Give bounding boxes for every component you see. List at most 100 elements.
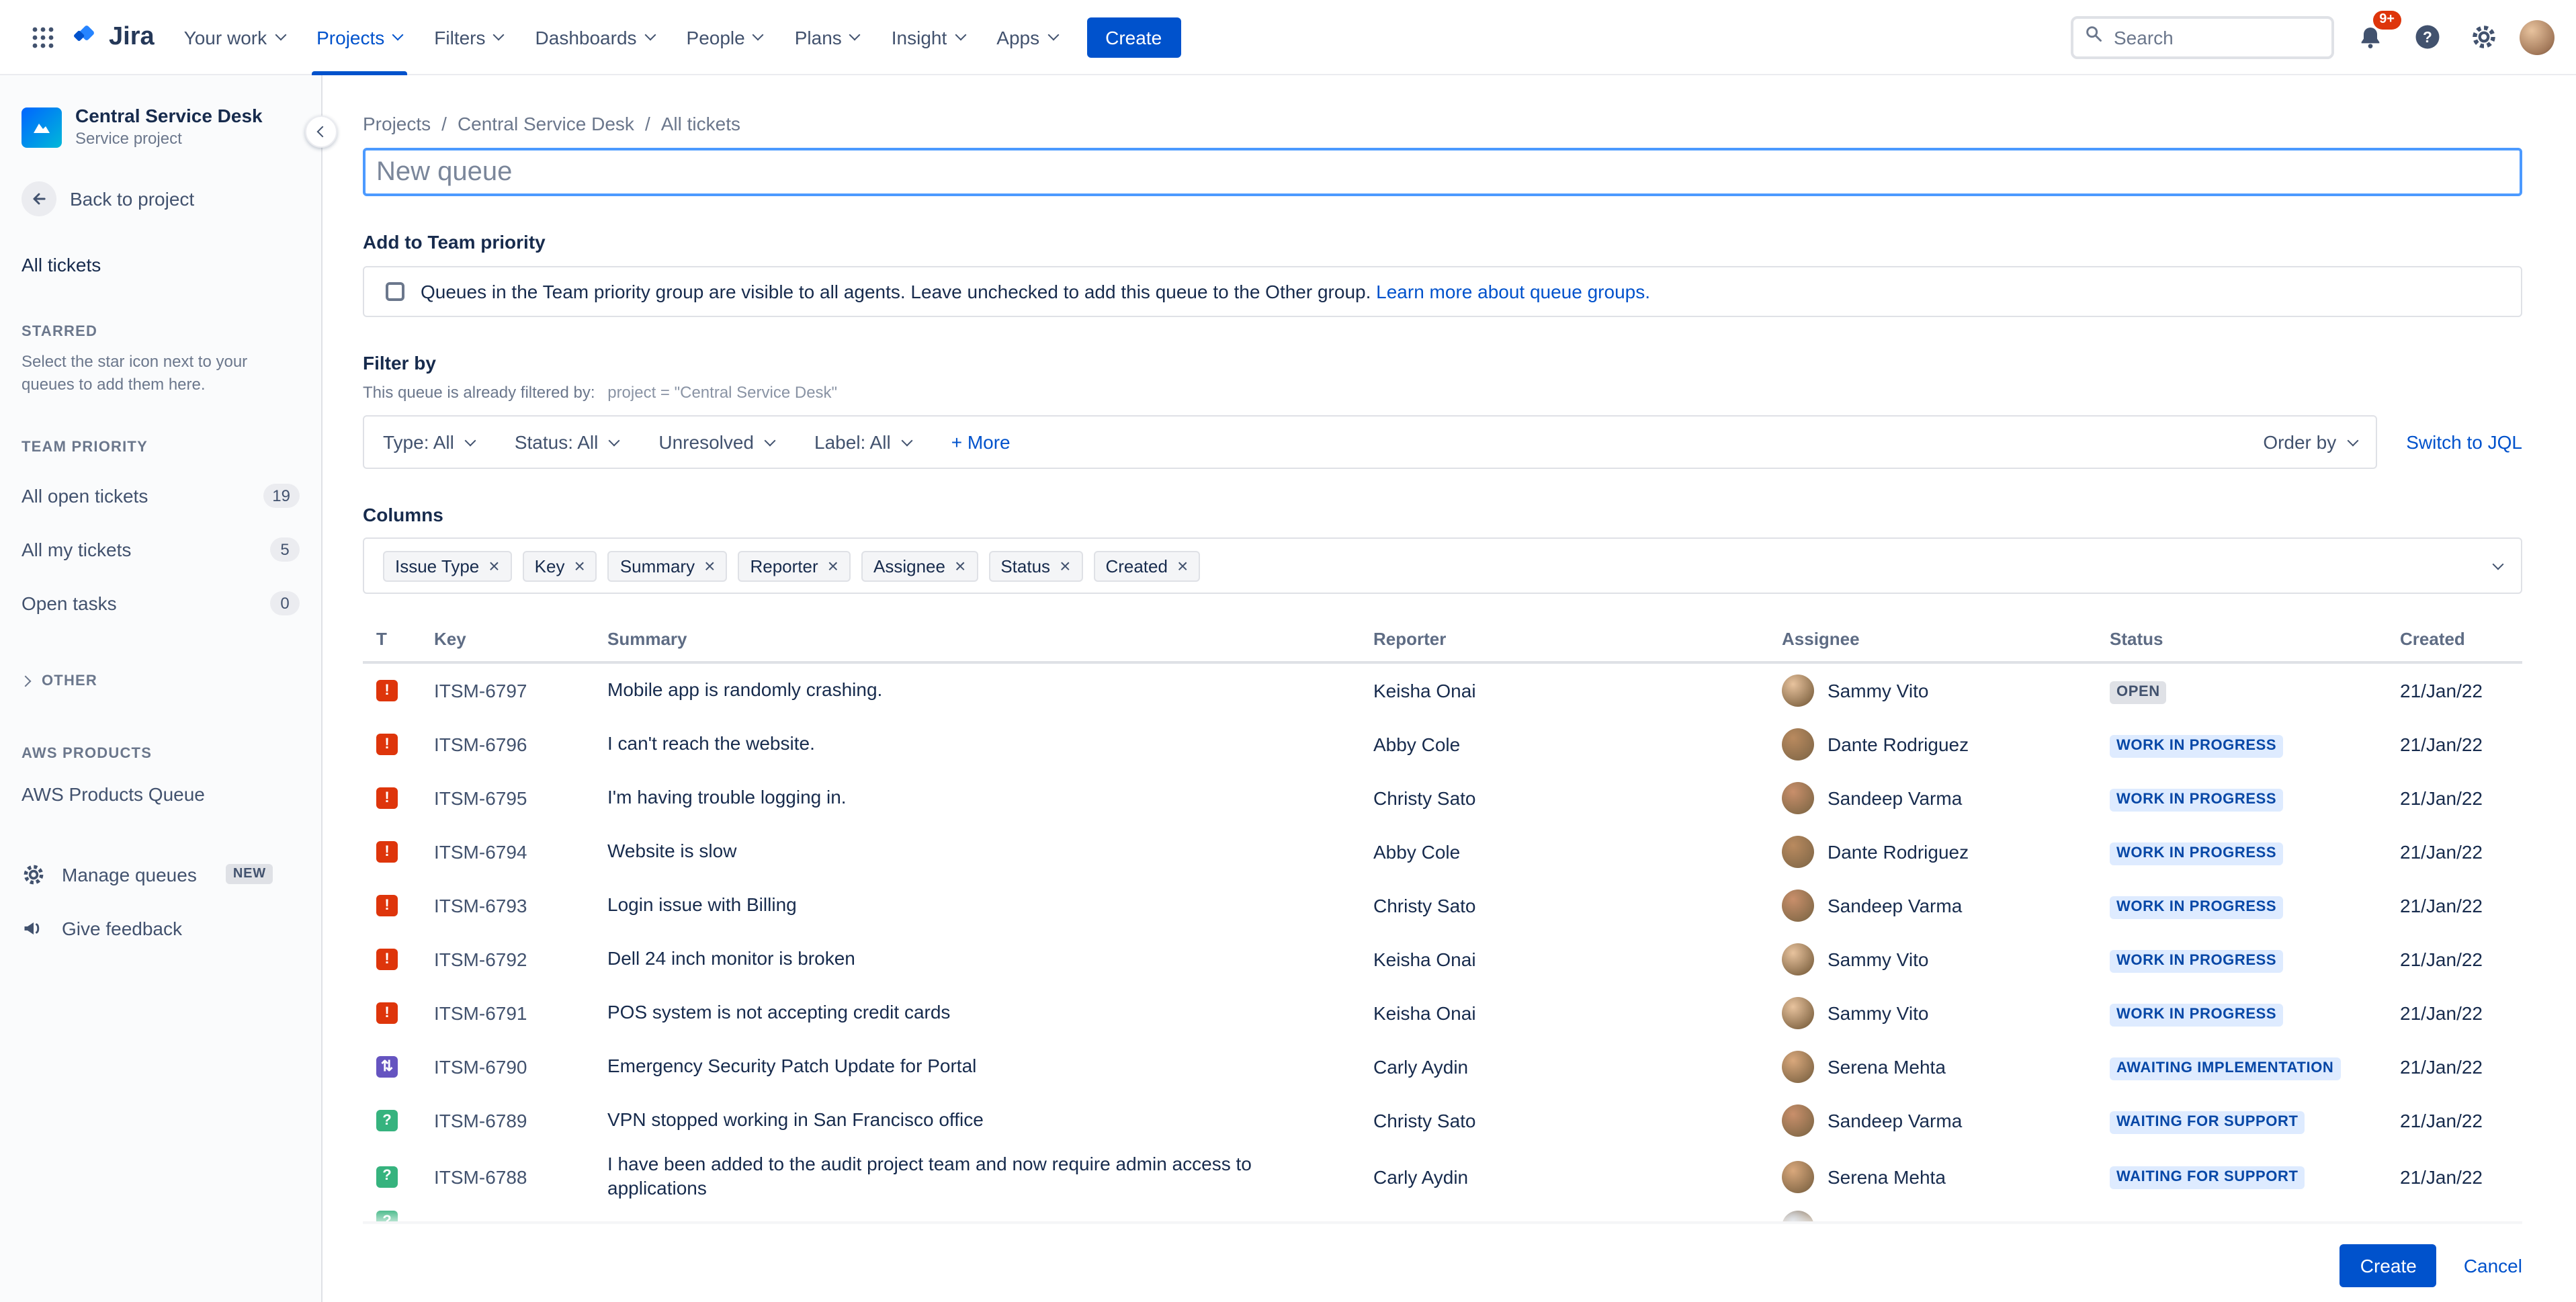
issue-key[interactable]: ITSM-6794 [434,836,607,868]
topnav-right: 9+ ? [2071,10,2554,58]
chevron-down-icon [1047,29,1059,41]
issue-row-itsm-6796[interactable]: ! ITSM-6796 I can't reach the website. Abby… [363,718,2522,771]
issue-row-itsm-6789[interactable]: ? ITSM-6789 VPN stopped working in San Fra… [363,1094,2522,1147]
issue-key[interactable]: ITSM-6791 [434,997,607,1029]
project-avatar [22,107,62,148]
table-header-status: Status [2110,629,2163,649]
filter-dropdown-label: Label: All [814,431,891,453]
assignee-avatar [1782,1160,1814,1192]
notifications-button[interactable]: 9+ [2350,10,2401,57]
breadcrumb-item-central-service-desk[interactable]: Central Service Desk [458,113,634,134]
assignee-name: Sandeep Varma [1828,1110,1963,1131]
nav-item-projects[interactable]: Projects [300,0,418,75]
create-button[interactable]: Create [1086,17,1181,57]
nav-item-filters[interactable]: Filters [418,0,519,75]
order-by-dropdown[interactable]: Order by [2263,431,2358,453]
column-chip-summary[interactable]: Summary × [607,550,728,581]
give-feedback-button[interactable]: Give feedback [0,901,321,955]
more-filters-button[interactable]: + More [951,431,1011,453]
create-queue-button[interactable]: Create [2339,1244,2437,1287]
other-heading: OTHER [42,672,97,689]
switch-to-jql-link[interactable]: Switch to JQL [2406,431,2522,453]
queue-groups-link[interactable]: Learn more about queue groups. [1376,281,1650,302]
issue-reporter: Christy Sato [1373,787,1476,809]
issue-row-itsm-6791[interactable]: ! ITSM-6791 POS system is not accepting cr… [363,986,2522,1040]
column-chip-key[interactable]: Key × [522,550,597,581]
manage-queues-button[interactable]: Manage queues NEW [0,847,321,901]
global-search[interactable] [2071,15,2334,58]
column-chip-status[interactable]: Status × [988,550,1083,581]
issue-row-itsm-6790[interactable]: ⇅ ITSM-6790 Emergency Security Patch Updat… [363,1040,2522,1094]
issue-created: 21/Jan/22 [2400,1110,2483,1131]
queue-item-all-open-tickets[interactable]: All open tickets 19 [0,468,321,522]
settings-button[interactable] [2463,17,2503,57]
queue-name-input[interactable] [363,148,2522,196]
issue-row-itsm-6788[interactable]: ? ITSM-6788 I have been added to the audit… [363,1147,2522,1205]
chip-remove-icon[interactable]: × [704,556,715,575]
issue-key[interactable]: ITSM-6790 [434,1051,607,1083]
chip-remove-icon[interactable]: × [488,556,499,575]
chip-label: Reporter [750,556,818,576]
filter-dropdown-label-all[interactable]: Label: All [814,431,913,453]
nav-item-plans[interactable]: Plans [779,0,875,75]
nav-item-people[interactable]: People [671,0,779,75]
assignee-name: Dante Rodriguez [1828,734,1969,755]
other-section-toggle[interactable]: OTHER [0,672,321,689]
issue-created: 21/Jan/22 [2400,841,2483,863]
columns-select[interactable]: Issue Type × Key × Summary × Reporter × Assignee… [363,537,2522,594]
nav-item-insight[interactable]: Insight [875,0,981,75]
queue-item-all-my-tickets[interactable]: All my tickets 5 [0,522,321,576]
collapse-sidebar-button[interactable] [305,116,337,148]
issue-row-itsm-6794[interactable]: ! ITSM-6794 Website is slow Abby Cole Dante … [363,825,2522,879]
issue-row-itsm-6793[interactable]: ! ITSM-6793 Login issue with Billing Christ… [363,879,2522,932]
issue-row-itsm-6797[interactable]: ! ITSM-6797 Mobile app is randomly crashin… [363,664,2522,718]
chip-remove-icon[interactable]: × [955,556,965,575]
filter-dropdown-type-all[interactable]: Type: All [383,431,476,453]
search-input[interactable] [2114,26,2321,48]
chip-remove-icon[interactable]: × [828,556,839,575]
column-chip-issue-type[interactable]: Issue Type × [383,550,512,581]
filter-dropdown-unresolved[interactable]: Unresolved [658,431,776,453]
column-chip-reporter[interactable]: Reporter × [738,550,851,581]
issue-key[interactable]: ITSM-6796 [434,728,607,761]
issue-key[interactable]: ITSM-6792 [434,943,607,975]
issue-key[interactable]: ITSM-6788 [434,1160,607,1192]
filter-dropdown-status-all[interactable]: Status: All [515,431,620,453]
nav-item-dashboards[interactable]: Dashboards [519,0,671,75]
app-switcher-icon[interactable] [22,15,65,58]
sidebar-item-all-tickets[interactable]: All tickets [0,246,321,284]
column-chip-assignee[interactable]: Assignee × [861,550,978,581]
help-button[interactable]: ? [2407,17,2447,57]
project-header[interactable]: Central Service Desk Service project [0,75,321,149]
column-chip-created[interactable]: Created × [1093,550,1201,581]
queue-item-open-tasks[interactable]: Open tasks 0 [0,576,321,630]
chip-remove-icon[interactable]: × [574,556,585,575]
issue-reporter: Keisha Onai [1373,680,1476,701]
issue-key[interactable]: ITSM-6795 [434,782,607,814]
issue-key[interactable]: ITSM-6797 [434,675,607,707]
user-avatar[interactable] [2520,19,2554,54]
jira-logo[interactable]: Jira [65,19,168,55]
breadcrumb-item-projects[interactable]: Projects [363,113,431,134]
chip-remove-icon[interactable]: × [1177,556,1188,575]
chevron-down-icon [764,434,776,446]
breadcrumb-item-all-tickets[interactable]: All tickets [661,113,740,134]
issue-reporter: Abby Cole [1373,734,1461,755]
select-chevron-down-icon[interactable] [2492,558,2504,570]
filter-dropdown-label: Unresolved [658,431,755,453]
back-to-project[interactable]: Back to project [0,181,321,217]
issue-summary: VPN stopped working in San Francisco off… [607,1109,984,1131]
nav-item-apps[interactable]: Apps [980,0,1073,75]
issue-key[interactable]: ITSM-6789 [434,1104,607,1137]
project-type: Service project [75,128,182,147]
cancel-button[interactable]: Cancel [2464,1255,2522,1276]
issue-row-itsm-6792[interactable]: ! ITSM-6792 Dell 24 inch monitor is broken… [363,932,2522,986]
team-priority-checkbox[interactable] [386,282,404,301]
nav-item-your-work[interactable]: Your work [168,0,301,75]
team-priority-heading: TEAM PRIORITY [22,439,148,455]
chip-label: Summary [619,556,695,576]
sidebar-item-aws-products-queue[interactable]: AWS Products Queue [0,767,321,820]
issue-row-itsm-6795[interactable]: ! ITSM-6795 I'm having trouble logging in.… [363,771,2522,825]
chip-remove-icon[interactable]: × [1060,556,1070,575]
issue-key[interactable]: ITSM-6793 [434,889,607,922]
